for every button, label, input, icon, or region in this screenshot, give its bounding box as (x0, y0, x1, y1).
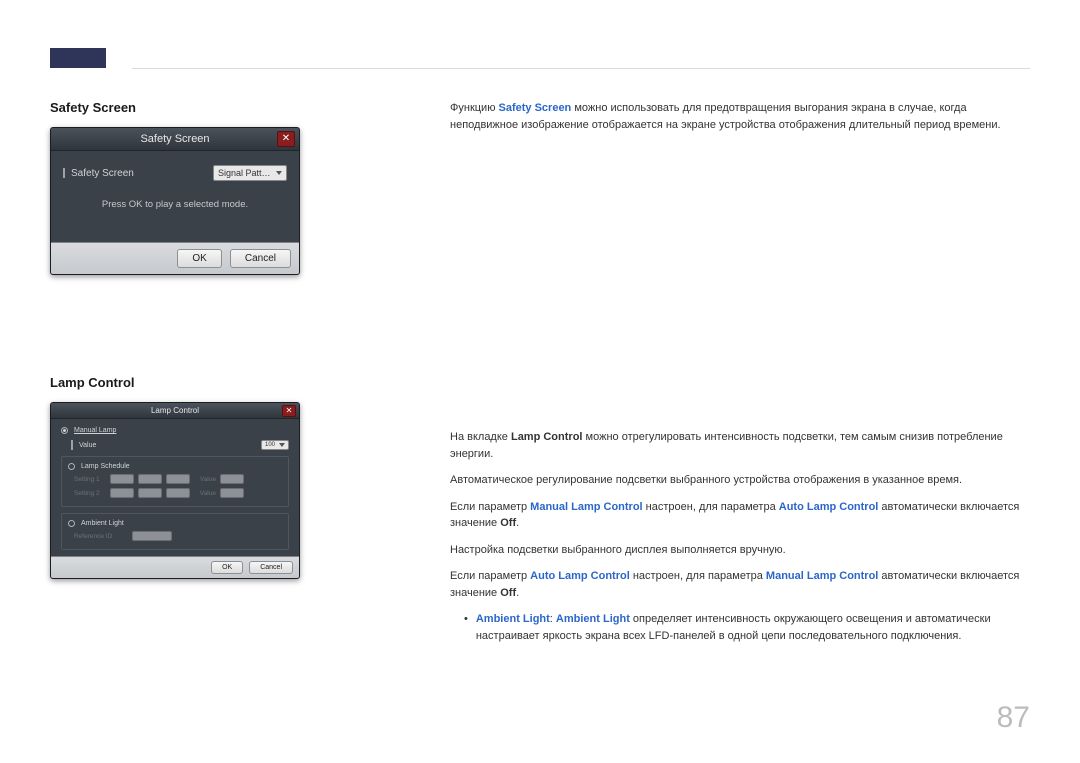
dialog-title: Safety Screen (140, 133, 209, 145)
lamp-control-heading: Lamp Control (50, 375, 350, 390)
term-auto-lamp: Auto Lamp Control (530, 570, 630, 582)
lamp-control-dialog: Lamp Control ✕ Manual Lamp Value 100 (50, 402, 300, 579)
ambient-light-bullet: • Ambient Light: Ambient Light определяе… (464, 611, 1030, 644)
dialog-hint: Press OK to play a selected mode. (63, 199, 287, 210)
value-row: Value 100 (71, 440, 289, 450)
text: настроен, для параметра (630, 570, 766, 582)
radio-icon[interactable] (68, 520, 75, 527)
value-label: Value (194, 490, 216, 497)
term-ambient-light: Ambient Light (476, 613, 550, 625)
disabled-field (110, 488, 134, 498)
term-auto-lamp: Auto Lamp Control (779, 501, 879, 513)
term-lamp-control: Lamp Control (511, 431, 583, 443)
header-accent-block (50, 48, 106, 68)
ok-button[interactable]: OK (211, 561, 243, 574)
page-number: 87 (997, 701, 1030, 735)
left-column: Safety Screen Safety Screen ✕ Safety Scr… (50, 100, 350, 579)
disabled-field (166, 474, 190, 484)
lamp-p4: Настройка подсветки выбранного дисплея в… (450, 542, 1030, 559)
safety-screen-dropdown[interactable]: Signal Patt… (213, 165, 287, 181)
header-rule (132, 68, 1030, 69)
setting2-label: Setting 2 (74, 490, 106, 497)
value-dropdown[interactable]: 100 (261, 440, 289, 450)
safety-screen-heading: Safety Screen (50, 100, 350, 115)
radio-icon[interactable] (61, 427, 68, 434)
cancel-button[interactable]: Cancel (230, 249, 291, 268)
dialog-titlebar: Safety Screen ✕ (51, 128, 299, 151)
bullet-icon: • (464, 611, 468, 644)
ok-button[interactable]: OK (177, 249, 221, 268)
lamp-p2: Автоматическое регулирование подсветки в… (450, 472, 1030, 489)
setting1-label: Setting 1 (74, 476, 106, 483)
close-icon[interactable]: ✕ (277, 131, 295, 147)
disabled-field (220, 474, 244, 484)
chevron-down-icon (279, 443, 285, 447)
disabled-field (220, 488, 244, 498)
text: Функцию (450, 102, 499, 114)
term-off: Off (500, 517, 516, 529)
disabled-field (110, 474, 134, 484)
manual-page: Safety Screen Safety Screen ✕ Safety Scr… (0, 0, 1080, 763)
safety-description: Функцию Safety Screen можно использовать… (450, 100, 1030, 133)
text: Если параметр (450, 570, 530, 582)
safety-screen-label: Safety Screen (71, 168, 207, 179)
dropdown-value: Signal Patt… (218, 168, 271, 178)
ambient-light-header: Ambient Light (68, 520, 280, 527)
term-ambient-light: Ambient Light (556, 613, 630, 625)
reference-id-label: Reference ID (74, 533, 128, 540)
row-marker-icon (71, 440, 73, 450)
ambient-light-label: Ambient Light (81, 520, 280, 527)
lamp-description-block: На вкладке Lamp Control можно отрегулиро… (450, 429, 1030, 644)
radio-icon[interactable] (68, 463, 75, 470)
dialog-body: Manual Lamp Value 100 Lamp Schedule (51, 419, 299, 556)
manual-lamp-label: Manual Lamp (74, 427, 289, 434)
dialog-title: Lamp Control (151, 406, 199, 415)
lamp-schedule-label: Lamp Schedule (81, 463, 280, 470)
dialog-titlebar: Lamp Control ✕ (51, 403, 299, 419)
manual-lamp-row: Manual Lamp (61, 427, 289, 434)
lamp-p5: Если параметр Auto Lamp Control настроен… (450, 568, 1030, 601)
dialog-footer: OK Cancel (51, 556, 299, 578)
term-manual-lamp: Manual Lamp Control (530, 501, 642, 513)
term-off: Off (500, 587, 516, 599)
disabled-field (166, 488, 190, 498)
setting1-row: Setting 1 Value (70, 474, 280, 484)
safety-screen-row: Safety Screen Signal Patt… (63, 165, 287, 181)
right-column: Функцию Safety Screen можно использовать… (450, 100, 1030, 644)
setting2-row: Setting 2 Value (70, 488, 280, 498)
bullet-text: Ambient Light: Ambient Light определяет … (476, 611, 1030, 644)
lamp-p3: Если параметр Manual Lamp Control настро… (450, 499, 1030, 532)
lamp-p1: На вкладке Lamp Control можно отрегулиро… (450, 429, 1030, 462)
cancel-button[interactable]: Cancel (249, 561, 293, 574)
disabled-field (138, 474, 162, 484)
reference-id-row: Reference ID (70, 531, 280, 541)
dialog-footer: OK Cancel (51, 242, 299, 274)
dialog-body: Safety Screen Signal Patt… Press OK to p… (51, 151, 299, 242)
ambient-light-group: Ambient Light Reference ID (61, 513, 289, 550)
lamp-schedule-header: Lamp Schedule (68, 463, 280, 470)
text: настроен, для параметра (643, 501, 779, 513)
text: Если параметр (450, 501, 530, 513)
value-label: Value (79, 442, 255, 449)
chevron-down-icon (276, 171, 282, 175)
row-marker-icon (63, 168, 65, 178)
disabled-field (138, 488, 162, 498)
close-icon[interactable]: ✕ (282, 405, 296, 417)
term-safety-screen: Safety Screen (499, 102, 572, 114)
safety-screen-dialog: Safety Screen ✕ Safety Screen Signal Pat… (50, 127, 300, 275)
disabled-field (132, 531, 172, 541)
value-label: Value (194, 476, 216, 483)
text: . (516, 517, 519, 529)
text: . (516, 587, 519, 599)
term-manual-lamp: Manual Lamp Control (766, 570, 878, 582)
text: На вкладке (450, 431, 511, 443)
lamp-schedule-group: Lamp Schedule Setting 1 Value Setting 2 (61, 456, 289, 507)
dropdown-value: 100 (265, 442, 275, 448)
